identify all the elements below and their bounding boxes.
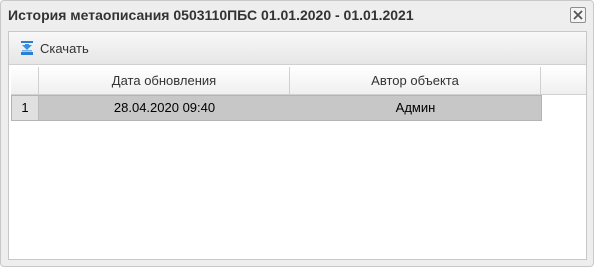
grid-header: Дата обновления Автор объекта xyxy=(11,67,586,95)
table-row[interactable]: 1 28.04.2020 09:40 Админ xyxy=(11,95,542,121)
dialog-title: История метаописания 0503110ПБС 01.01.20… xyxy=(8,7,414,23)
column-header-author[interactable]: Автор объекта xyxy=(290,67,541,95)
toolbar: Скачать xyxy=(9,32,586,65)
row-number: 1 xyxy=(12,96,39,120)
download-icon xyxy=(21,41,33,55)
row-update-date[interactable]: 28.04.2020 09:40 xyxy=(39,96,290,120)
column-header-update-date[interactable]: Дата обновления xyxy=(39,67,290,95)
close-button[interactable] xyxy=(570,7,586,23)
download-button[interactable]: Скачать xyxy=(15,37,93,59)
dialog-title-bar[interactable]: История метаописания 0503110ПБС 01.01.20… xyxy=(1,1,593,31)
download-label: Скачать xyxy=(40,40,89,56)
row-author[interactable]: Админ xyxy=(290,96,541,120)
close-icon xyxy=(573,10,583,20)
column-header-number xyxy=(11,67,39,95)
column-header-filler xyxy=(541,67,586,95)
dialog-body: Скачать Дата обновления Автор объекта 1 … xyxy=(8,31,587,260)
history-dialog: История метаописания 0503110ПБС 01.01.20… xyxy=(0,0,594,267)
